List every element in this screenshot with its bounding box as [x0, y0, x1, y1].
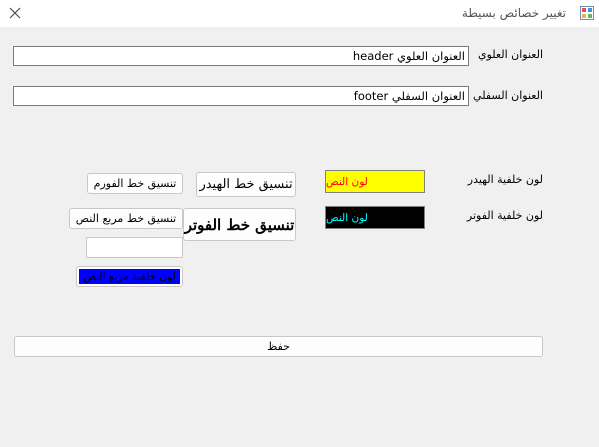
- textbox-bg-button[interactable]: لون خلفية مربع النص: [76, 266, 183, 287]
- close-icon: [9, 7, 21, 19]
- app-icon: [580, 6, 594, 20]
- header-label: العنوان العلوي: [478, 48, 543, 61]
- header-bg-label: لون خلفية الهيدر: [467, 173, 543, 186]
- header-font-button[interactable]: تنسيق خط الهيدر: [196, 172, 296, 197]
- save-button[interactable]: حفظ: [14, 336, 543, 357]
- close-button[interactable]: [4, 3, 26, 23]
- footer-input[interactable]: العنوان السفلي footer: [13, 86, 469, 106]
- window-title: تغيير خصائص بسيطة: [461, 6, 566, 20]
- footer-label: العنوان السفلي: [473, 89, 543, 102]
- header-bg-color-box[interactable]: لون النص: [325, 170, 425, 193]
- form-font-button[interactable]: تنسيق خط الفورم: [87, 173, 183, 194]
- footer-bg-color-box[interactable]: لون النص: [325, 206, 425, 229]
- footer-font-button[interactable]: تنسيق خط الفوتر: [183, 208, 296, 241]
- textbox-bg-button-label: لون خلفية مربع النص: [79, 269, 180, 284]
- sample-textbox[interactable]: [86, 237, 183, 258]
- textbox-font-button[interactable]: تنسيق خط مربع النص: [69, 208, 183, 229]
- header-input[interactable]: العنوان العلوي header: [13, 46, 469, 66]
- footer-bg-label: لون خلفية الفوتر: [466, 209, 543, 222]
